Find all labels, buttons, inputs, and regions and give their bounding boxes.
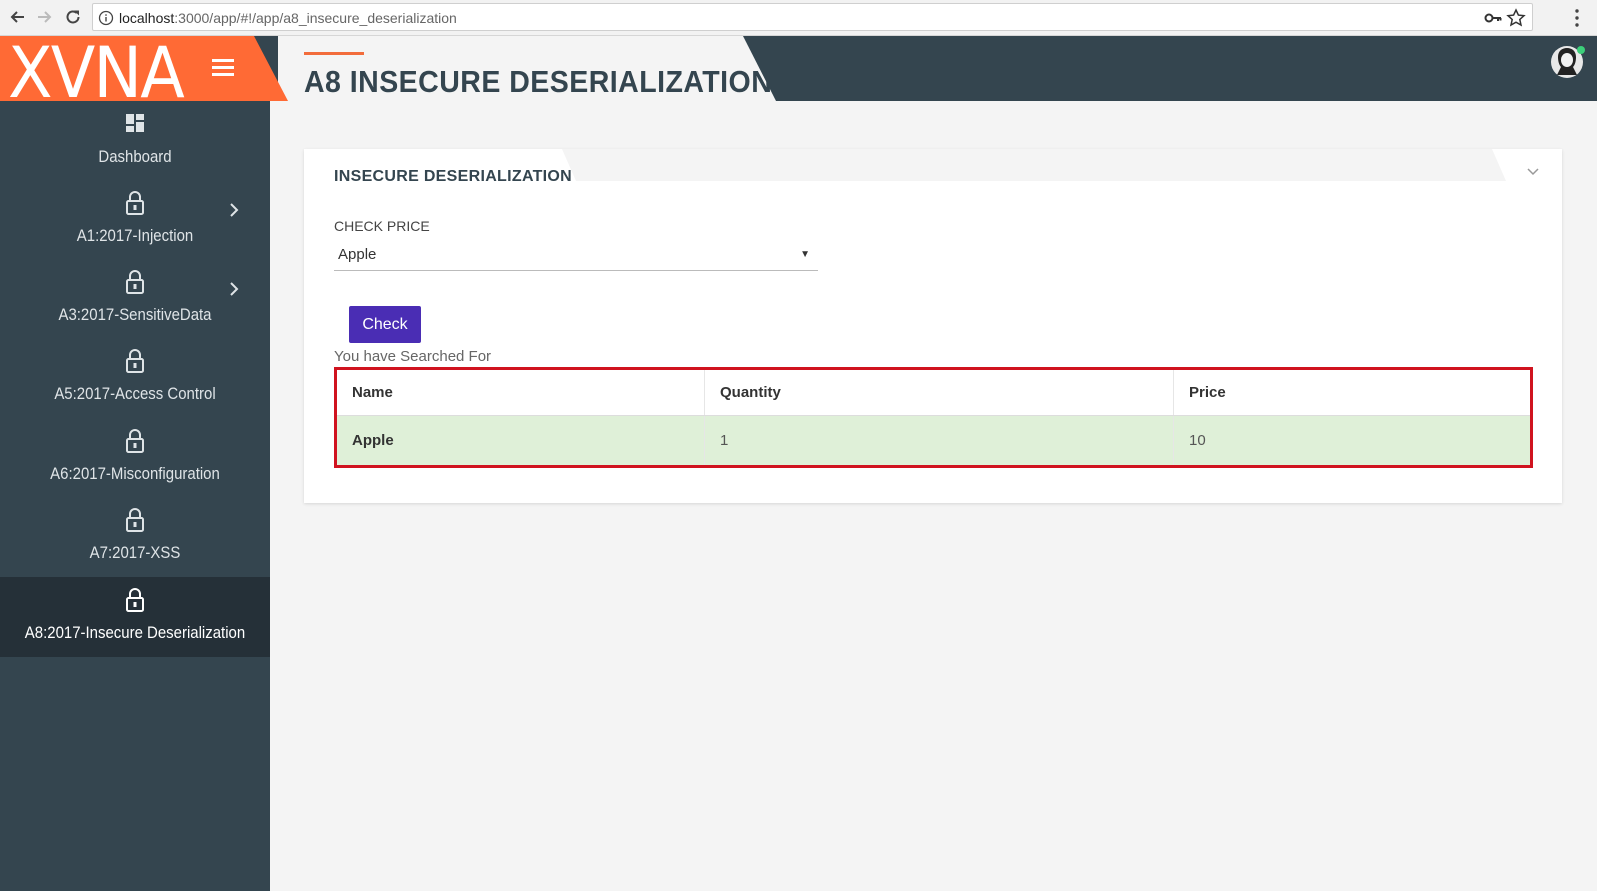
deserialization-card: INSECURE DESERIALIZATION CHECK PRICE App… bbox=[304, 149, 1562, 503]
dropdown-caret-icon: ▼ bbox=[800, 249, 810, 260]
browser-toolbar: localhost:3000/app/#!/app/a8_insecure_de… bbox=[0, 0, 1597, 36]
chevron-right-icon[interactable] bbox=[228, 281, 240, 297]
browser-menu-icon[interactable] bbox=[1571, 8, 1583, 28]
dashboard-icon bbox=[126, 114, 144, 132]
column-header-name: Name bbox=[335, 368, 705, 416]
sidebar-item-a8-insecure-deserialization[interactable]: A8:2017-Insecure Deserialization bbox=[0, 577, 270, 657]
url-text: localhost:3000/app/#!/app/a8_insecure_de… bbox=[119, 10, 457, 26]
title-accent-bar bbox=[304, 52, 364, 55]
sidebar-item-a7-xss[interactable]: A7:2017-XSS bbox=[0, 497, 270, 577]
address-bar[interactable]: localhost:3000/app/#!/app/a8_insecure_de… bbox=[92, 3, 1533, 31]
table-row: Apple 1 10 bbox=[335, 415, 1532, 467]
column-header-quantity: Quantity bbox=[704, 368, 1174, 416]
forward-arrow-icon[interactable] bbox=[33, 5, 57, 29]
check-price-label: CHECK PRICE bbox=[334, 218, 430, 234]
chevron-right-icon[interactable] bbox=[228, 202, 240, 218]
lock-icon bbox=[126, 429, 144, 453]
sidebar-item-a3-sensitivedata[interactable]: A3:2017-SensitiveData bbox=[0, 259, 270, 339]
sidebar-item-a5-access-control[interactable]: A5:2017-Access Control bbox=[0, 338, 270, 418]
cell-quantity: 1 bbox=[704, 415, 1174, 467]
hamburger-menu-icon[interactable] bbox=[212, 59, 234, 77]
page-title: A8 INSECURE DESERIALIZATION bbox=[304, 64, 773, 99]
lock-icon bbox=[126, 191, 144, 215]
reload-icon[interactable] bbox=[61, 5, 85, 29]
info-icon[interactable] bbox=[98, 10, 114, 26]
column-header-price: Price bbox=[1173, 368, 1532, 416]
sidebar: Dashboard A1:2017-Injection A3:2017-Sens… bbox=[0, 101, 270, 891]
selected-product: Apple bbox=[338, 246, 377, 263]
table-header-row: Name Quantity Price bbox=[335, 368, 1532, 416]
cell-name: Apple bbox=[335, 415, 705, 467]
sidebar-item-label: A1:2017-Injection bbox=[76, 226, 194, 245]
lock-icon bbox=[126, 349, 144, 373]
bookmark-star-icon[interactable] bbox=[1506, 8, 1526, 28]
search-result-note: You have Searched For bbox=[334, 348, 492, 365]
chevron-down-icon[interactable] bbox=[1526, 167, 1540, 177]
sidebar-item-label: A7:2017-XSS bbox=[89, 543, 181, 562]
brand-name[interactable]: XVNA bbox=[8, 38, 185, 108]
sidebar-item-dashboard[interactable]: Dashboard bbox=[0, 101, 270, 181]
sidebar-item-a6-misconfiguration[interactable]: A6:2017-Misconfiguration bbox=[0, 418, 270, 498]
result-table: Name Quantity Price Apple 1 10 bbox=[334, 367, 1533, 468]
sidebar-item-label: A8:2017-Insecure Deserialization bbox=[24, 623, 246, 642]
sidebar-item-label: A5:2017-Access Control bbox=[54, 384, 216, 403]
cell-price: 10 bbox=[1173, 415, 1532, 467]
lock-icon bbox=[126, 270, 144, 294]
check-button[interactable]: Check bbox=[349, 306, 421, 343]
key-icon[interactable] bbox=[1484, 10, 1502, 26]
back-arrow-icon[interactable] bbox=[5, 5, 29, 29]
sidebar-item-label: A3:2017-SensitiveData bbox=[58, 305, 212, 324]
sidebar-item-a1-injection[interactable]: A1:2017-Injection bbox=[0, 180, 270, 260]
product-select[interactable]: Apple ▼ bbox=[334, 241, 818, 271]
sidebar-item-label: Dashboard bbox=[98, 147, 172, 166]
lock-icon bbox=[126, 588, 144, 612]
card-title: INSECURE DESERIALIZATION bbox=[334, 168, 573, 185]
sidebar-item-label: A6:2017-Misconfiguration bbox=[50, 464, 220, 483]
lock-icon bbox=[126, 508, 144, 532]
online-status-dot bbox=[1577, 46, 1585, 54]
